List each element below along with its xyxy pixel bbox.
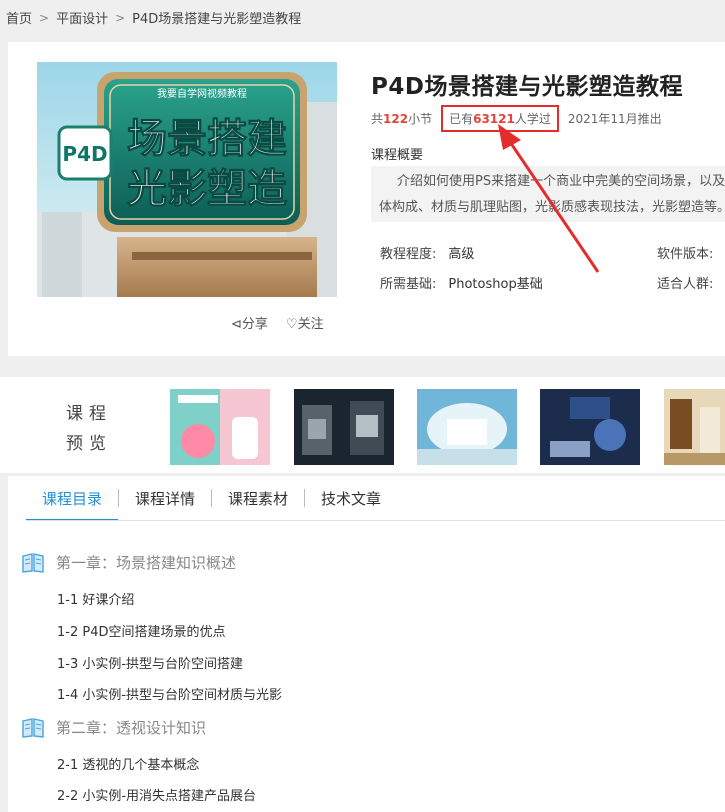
lesson-item[interactable]: 1-2 P4D空间搭建场景的优点 bbox=[57, 621, 226, 640]
book-icon bbox=[22, 717, 44, 738]
chevron-right-icon: > bbox=[115, 10, 126, 25]
share-follow-bar: ⊲分享 ♡关注 bbox=[231, 313, 324, 332]
tab-articles[interactable]: 技术文章 bbox=[305, 476, 397, 520]
chevron-right-icon: > bbox=[39, 10, 50, 25]
overview-label: 课程概要 bbox=[371, 148, 424, 163]
preview-thumbnail[interactable] bbox=[664, 389, 725, 465]
cover-line1: 场景搭建 bbox=[127, 116, 287, 162]
course-cover-image: 我要自学网视频教程 P4D 场景搭建 光影塑造 bbox=[37, 62, 337, 297]
course-content: 课程目录 课程详情 课程素材 技术文章 第一章：场景搭建知识概述 1-1 好课介… bbox=[8, 476, 725, 812]
software-info: 软件版本: bbox=[657, 247, 714, 262]
level-info: 教程程度: 高级 bbox=[380, 247, 475, 262]
share-button[interactable]: ⊲分享 bbox=[231, 313, 268, 332]
cover-badge-text: P4D bbox=[62, 142, 107, 166]
lesson-item[interactable]: 2-2 小实例-用消失点搭建产品展台 bbox=[57, 785, 256, 804]
cover-top-text: 我要自学网视频教程 bbox=[157, 87, 247, 100]
breadcrumb: 首页 > 平面设计 > P4D场景搭建与光影塑造教程 bbox=[0, 0, 725, 35]
lesson-count: 共122小节 bbox=[371, 112, 433, 126]
chapter-title[interactable]: 第二章：透视设计知识 bbox=[22, 717, 206, 738]
tab-details[interactable]: 课程详情 bbox=[119, 476, 211, 520]
heart-icon: ♡ bbox=[285, 317, 298, 332]
cover-line2: 光影塑造 bbox=[127, 166, 287, 212]
lesson-item[interactable]: 1-1 好课介绍 bbox=[57, 589, 134, 608]
lesson-item[interactable]: 1-3 小实例-拱型与台阶空间搭建 bbox=[57, 653, 243, 672]
preview-thumbnail[interactable] bbox=[540, 389, 640, 465]
preview-thumbnail[interactable] bbox=[170, 389, 270, 465]
course-header-card: 我要自学网视频教程 P4D 场景搭建 光影塑造 ⊲分享 ♡关注 P4D场景搭建与… bbox=[8, 42, 725, 356]
chapter-title[interactable]: 第一章：场景搭建知识概述 bbox=[22, 552, 236, 573]
course-meta: 共122小节 已有63121人学过 2021年11月推出 bbox=[371, 105, 662, 132]
overview-text: 介绍如何使用PS来搭建一个商业中完美的空间场景，以及 体构成、材质与肌理贴图，光… bbox=[371, 166, 725, 222]
tab-underline bbox=[26, 520, 725, 521]
basis-info: 所需基础: Photoshop基础 bbox=[380, 277, 543, 292]
tab-catalog[interactable]: 课程目录 bbox=[26, 476, 119, 521]
follow-button[interactable]: ♡关注 bbox=[286, 313, 324, 332]
course-tabs: 课程目录 课程详情 课程素材 技术文章 bbox=[26, 476, 397, 521]
book-icon bbox=[22, 552, 44, 573]
share-icon: ⊲ bbox=[231, 317, 242, 332]
audience-info: 适合人群: bbox=[657, 277, 714, 292]
preview-thumbnail[interactable] bbox=[417, 389, 517, 465]
lesson-item[interactable]: 1-4 小实例-拱型与台阶空间材质与光影 bbox=[57, 684, 282, 703]
release-date: 2021年11月推出 bbox=[567, 112, 662, 126]
course-title: P4D场景搭建与光影塑造教程 bbox=[371, 74, 683, 100]
tab-materials[interactable]: 课程素材 bbox=[212, 476, 304, 520]
breadcrumb-current[interactable]: P4D场景搭建与光影塑造教程 bbox=[132, 8, 301, 27]
preview-label: 课程 预览 bbox=[66, 404, 112, 454]
learner-count: 已有63121人学过 bbox=[441, 105, 559, 132]
breadcrumb-home[interactable]: 首页 bbox=[6, 8, 32, 27]
lesson-item[interactable]: 2-1 透视的几个基本概念 bbox=[57, 754, 199, 773]
breadcrumb-category[interactable]: 平面设计 bbox=[56, 8, 108, 27]
preview-thumbnail[interactable] bbox=[294, 389, 394, 465]
course-preview-strip: 课程 预览 bbox=[0, 377, 725, 473]
